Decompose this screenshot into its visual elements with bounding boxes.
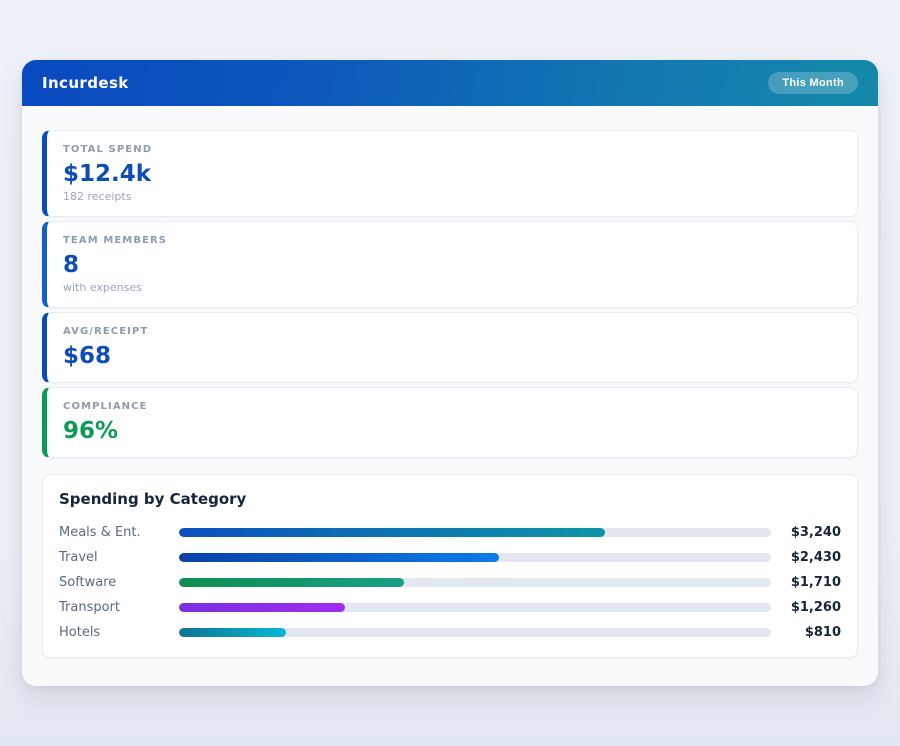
stat-card-total-spend: TOTAL SPEND $12.4k 182 receipts [42,130,858,217]
stat-value: 96% [63,417,841,445]
bar-track [179,578,771,587]
stat-label: COMPLIANCE [63,400,841,413]
stat-subtext: 182 receipts [63,190,841,204]
app-title: Incurdesk [42,74,129,92]
chart-row-transport: Transport $1,260 [59,595,841,620]
value-label: $1,260 [771,600,841,615]
value-label: $810 [771,625,841,640]
stat-value: $12.4k [63,160,841,188]
chart-row-software: Software $1,710 [59,570,841,595]
bar-track [179,628,771,637]
bar-travel [179,553,499,562]
bar-software [179,578,404,587]
value-label: $3,240 [771,525,841,540]
spending-by-category-card: Spending by Category Meals & Ent. $3,240… [42,474,858,658]
category-label: Hotels [59,625,179,640]
bar-meals [179,528,605,537]
stat-card-avg-receipt: AVG/RECEIPT $68 [42,312,858,383]
stat-label: TOTAL SPEND [63,143,841,156]
category-label: Software [59,575,179,590]
bar-hotels [179,628,286,637]
value-label: $2,430 [771,550,841,565]
chart-row-travel: Travel $2,430 [59,545,841,570]
dashboard-panel: Incurdesk This Month TOTAL SPEND $12.4k … [22,60,878,686]
panel-body: TOTAL SPEND $12.4k 182 receipts TEAM MEM… [22,106,878,682]
category-label: Transport [59,600,179,615]
value-label: $1,710 [771,575,841,590]
stat-label: AVG/RECEIPT [63,325,841,338]
stat-label: TEAM MEMBERS [63,234,841,247]
bar-track [179,528,771,537]
bar-track [179,603,771,612]
stat-card-team-members: TEAM MEMBERS 8 with expenses [42,221,858,308]
period-badge[interactable]: This Month [768,72,858,94]
category-label: Travel [59,550,179,565]
chart-row-hotels: Hotels $810 [59,620,841,645]
stat-value: 8 [63,251,841,279]
stat-value: $68 [63,342,841,370]
chart-title: Spending by Category [59,490,841,508]
stat-card-compliance: COMPLIANCE 96% [42,387,858,458]
bar-transport [179,603,345,612]
chart-row-meals: Meals & Ent. $3,240 [59,520,841,545]
stat-subtext: with expenses [63,281,841,295]
category-label: Meals & Ent. [59,525,179,540]
app-header: Incurdesk This Month [22,60,878,106]
bar-track [179,553,771,562]
